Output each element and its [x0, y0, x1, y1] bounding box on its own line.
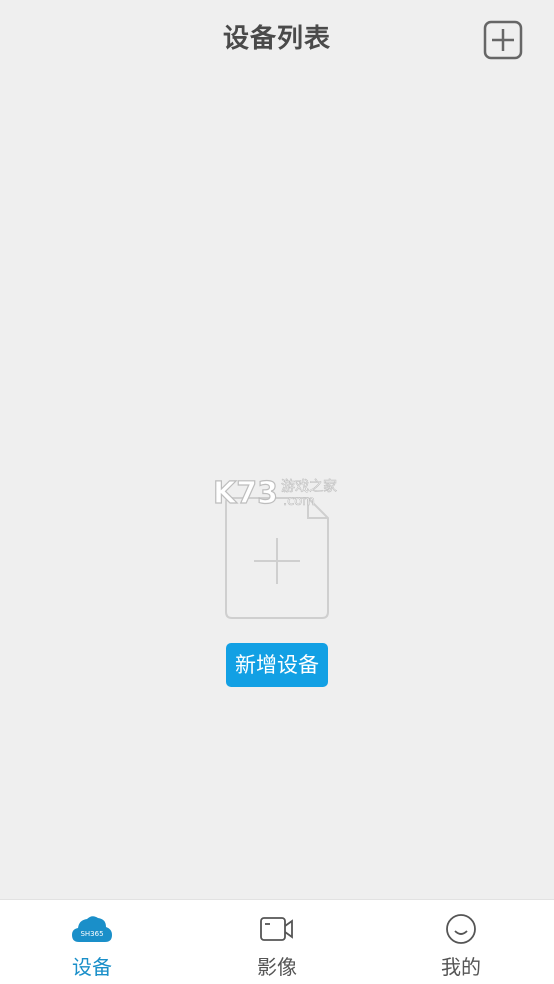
- add-device-button[interactable]: 新增设备: [226, 643, 328, 687]
- watermark-domain: .com: [283, 494, 315, 509]
- plus-square-icon: [483, 20, 523, 60]
- tab-mine[interactable]: 我的: [401, 900, 521, 984]
- smiley-icon: [446, 914, 476, 944]
- add-device-top-button[interactable]: [483, 20, 523, 60]
- watermark-brand: K73: [213, 476, 278, 511]
- tab-media[interactable]: 影像: [217, 900, 337, 984]
- cloud-logo-icon: SH365: [72, 916, 112, 942]
- video-camera-icon: [260, 917, 293, 941]
- top-bar: 设备列表: [0, 0, 554, 78]
- bottom-nav: SH365 设备 影像 我的: [0, 899, 554, 984]
- tab-mine-label: 我的: [441, 955, 481, 979]
- watermark-site: 游戏之家: [281, 478, 337, 495]
- empty-document-plus-icon: [224, 494, 332, 622]
- k73-watermark: K73 游戏之家 .com: [212, 475, 343, 511]
- tab-media-label: 影像: [257, 955, 297, 979]
- page-title: 设备列表: [222, 24, 331, 54]
- tab-devices[interactable]: SH365 设备: [32, 900, 152, 984]
- cloud-logo-text: SH365: [80, 930, 103, 938]
- tab-devices-label: 设备: [72, 955, 112, 979]
- device-list-screen: 设备列表 K73 游戏之家 .com 新增设备 SH365 设备 影像 我的: [0, 0, 554, 984]
